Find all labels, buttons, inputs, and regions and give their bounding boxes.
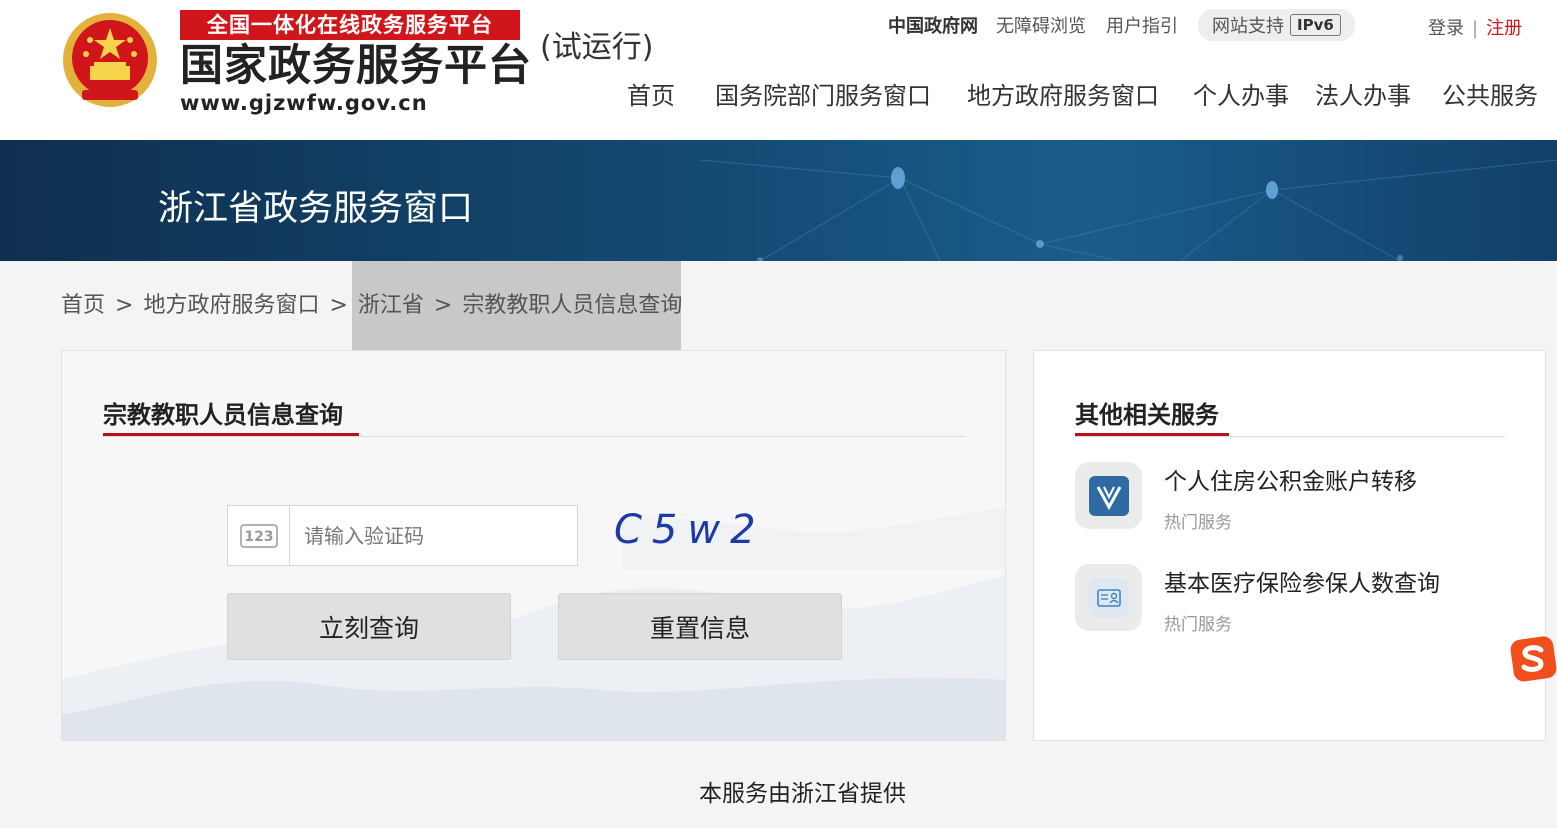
site-title: 国家政务服务平台 — [180, 41, 532, 91]
nav-local-gov[interactable]: 地方政府服务窗口 — [967, 76, 1159, 111]
nav-state-council[interactable]: 国务院部门服务窗口 — [715, 76, 931, 111]
captcha-image[interactable]: C5w2 — [610, 505, 790, 561]
service-tag: 热门服务 — [1164, 513, 1232, 533]
logo-ribbon: 全国一体化在线政务服务平台 — [180, 10, 520, 40]
service-item-housing-fund[interactable]: 个人住房公积金账户转移 热门服务 — [1075, 462, 1515, 542]
captcha-image-text: C5w2 — [614, 507, 766, 553]
nav-legal-entity[interactable]: 法人办事 — [1315, 76, 1411, 111]
ipv6-support[interactable]: 网站支持 IPv6 — [1198, 9, 1355, 41]
captcha-input[interactable] — [290, 523, 570, 548]
service-tag: 热门服务 — [1164, 615, 1232, 635]
query-panel: 宗教教职人员信息查询 123 C5w2 立刻查询 重置信息 — [61, 350, 1006, 741]
related-services-panel: 其他相关服务 个人住房公积金账户转移 热门服务 基本医疗保险参保人数查询 热门服… — [1033, 350, 1546, 741]
auth-separator: | — [1472, 18, 1479, 39]
login-link[interactable]: 登录 — [1428, 18, 1464, 39]
breadcrumb-separator: > — [115, 293, 134, 318]
title-divider — [103, 436, 965, 437]
related-panel-title: 其他相关服务 — [1075, 401, 1219, 429]
breadcrumb-separator: > — [329, 293, 348, 318]
service-name: 个人住房公积金账户转移 — [1164, 469, 1417, 495]
reset-button[interactable]: 重置信息 — [558, 593, 842, 660]
ipv6-label: 网站支持 — [1212, 16, 1284, 37]
nav-public-service[interactable]: 公共服务 — [1442, 76, 1538, 111]
link-accessibility[interactable]: 无障碍浏览 — [996, 12, 1086, 38]
nav-home[interactable]: 首页 — [627, 76, 675, 111]
query-panel-title: 宗教教职人员信息查询 — [103, 401, 343, 429]
top-links: 中国政府网 无障碍浏览 用户指引 网站支持 IPv6 — [888, 9, 1355, 41]
breadcrumb: 首页 > 地方政府服务窗口 > 浙江省 > 宗教教职人员信息查询 — [61, 290, 682, 322]
region-banner: 浙江省政务服务窗口 — [0, 140, 1557, 261]
breadcrumb-local-gov[interactable]: 地方政府服务窗口 — [143, 293, 319, 318]
site-header: 全国一体化在线政务服务平台 国家政务服务平台 www.gjzwfw.gov.cn… — [0, 0, 1557, 140]
service-provider-note: 本服务由浙江省提供 — [699, 781, 906, 807]
breadcrumb-separator: > — [433, 293, 453, 318]
link-gov-cn[interactable]: 中国政府网 — [888, 12, 978, 38]
id-card-icon — [1075, 564, 1142, 631]
banner-title: 浙江省政务服务窗口 — [158, 189, 474, 229]
nav-personal[interactable]: 个人办事 — [1193, 76, 1289, 111]
register-link[interactable]: 注册 — [1486, 18, 1522, 39]
breadcrumb-current: 宗教教职人员信息查询 — [462, 293, 683, 318]
auth-links: 登录 | 注册 — [1428, 14, 1522, 40]
sogou-input-icon[interactable] — [1510, 636, 1557, 682]
breadcrumb-zhejiang[interactable]: 浙江省 — [358, 293, 424, 318]
breadcrumb-home[interactable]: 首页 — [61, 293, 105, 318]
captcha-number-icon: 123 — [228, 506, 290, 565]
captcha-icon-text: 123 — [244, 529, 273, 545]
link-user-guide[interactable]: 用户指引 — [1106, 12, 1178, 38]
national-emblem-icon[interactable] — [60, 10, 160, 112]
trial-label: (试运行) — [540, 30, 654, 65]
site-logo[interactable]: 全国一体化在线政务服务平台 国家政务服务平台 www.gjzwfw.gov.cn — [180, 10, 532, 115]
service-name: 基本医疗保险参保人数查询 — [1164, 571, 1440, 597]
service-item-medical-insurance[interactable]: 基本医疗保险参保人数查询 热门服务 — [1075, 564, 1515, 644]
v-badge-icon — [1075, 462, 1142, 529]
site-url: www.gjzwfw.gov.cn — [180, 91, 428, 115]
ipv6-badge: IPv6 — [1290, 14, 1341, 36]
title-divider — [1075, 436, 1505, 437]
query-button[interactable]: 立刻查询 — [227, 593, 511, 660]
captcha-field: 123 — [227, 505, 578, 566]
